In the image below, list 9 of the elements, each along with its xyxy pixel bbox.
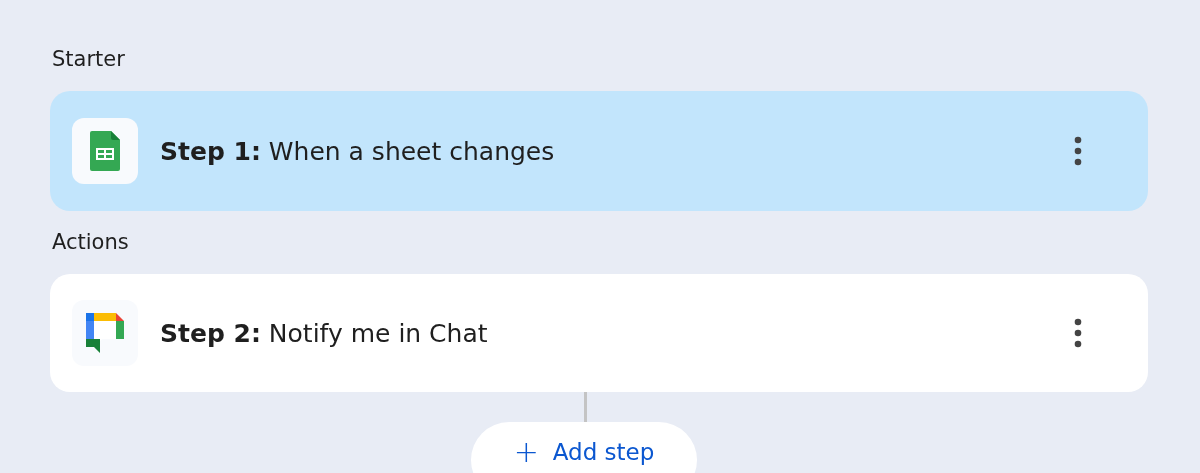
- step-title: Step 1: When a sheet changes: [160, 136, 556, 166]
- step-card[interactable]: Step 2: Notify me in Chat: [50, 274, 1148, 392]
- step-card[interactable]: Step 1: When a sheet changes: [50, 91, 1148, 211]
- spreadsheet-icon: [90, 131, 120, 171]
- add-step-button[interactable]: + Add step: [471, 422, 697, 473]
- chat-icon: [86, 313, 124, 353]
- section-label: Actions: [52, 229, 130, 256]
- section-label: Starter: [52, 46, 126, 73]
- step-title: Step 2: Notify me in Chat: [160, 318, 489, 348]
